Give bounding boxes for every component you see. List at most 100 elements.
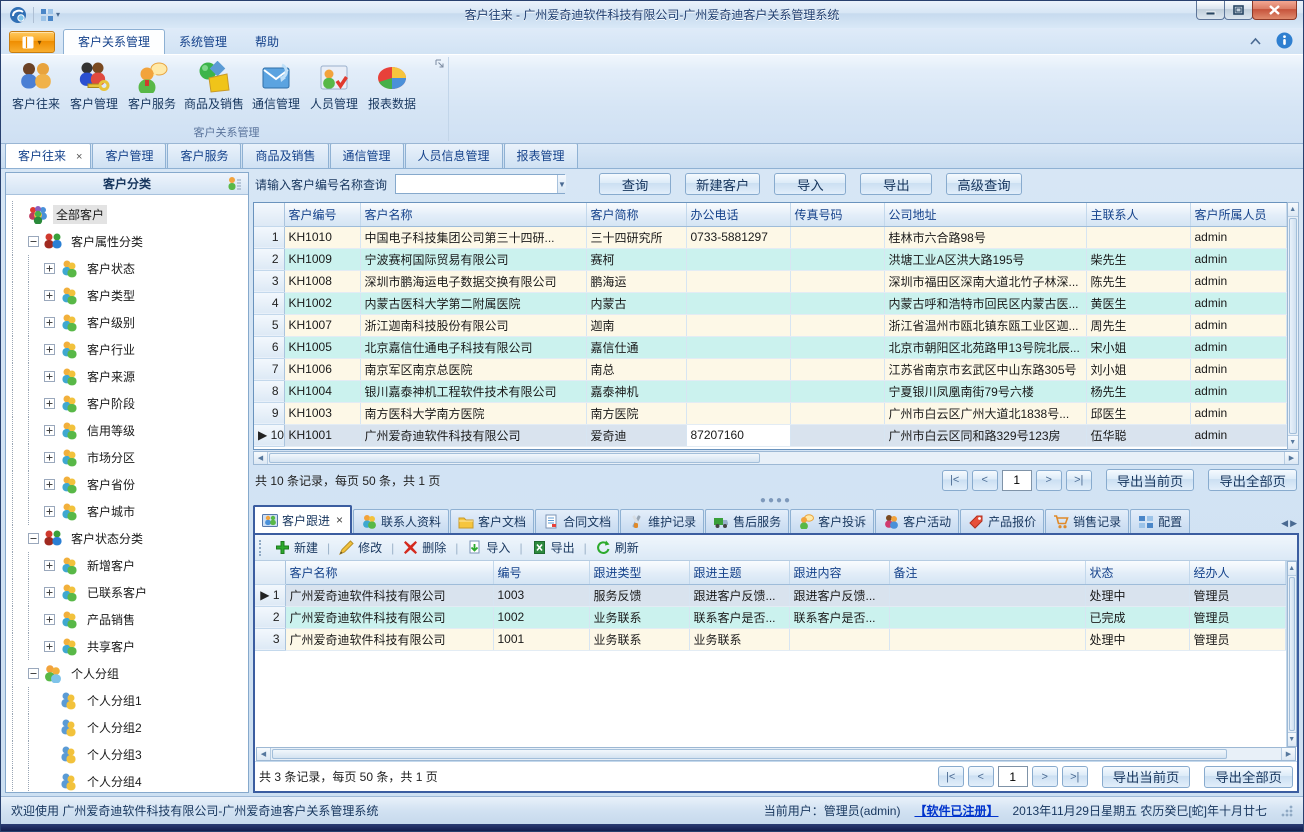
row-header[interactable]: ▶ 1 xyxy=(255,584,285,606)
ribbon-tab-帮助[interactable]: 帮助 xyxy=(241,30,293,54)
cell[interactable]: 中国电子科技集团公司第三十四研... xyxy=(360,226,586,248)
tree-item-个人分组2[interactable]: 个人分组2 xyxy=(12,714,246,741)
cell[interactable] xyxy=(790,358,884,380)
table-row[interactable]: 3广州爱奇迪软件科技有限公司1001业务联系业务联系处理中管理员 xyxy=(255,628,1285,650)
cell[interactable]: 爱奇迪 xyxy=(586,424,686,446)
doc-tab-客户管理[interactable]: 客户管理 xyxy=(92,143,166,168)
cell[interactable] xyxy=(789,628,889,650)
detail-tab-产品报价[interactable]: 产品报价 xyxy=(960,509,1044,533)
table-row[interactable]: 2KH1009宁波赛柯国际贸易有限公司赛柯洪塘工业A区洪大路195号柴先生adm… xyxy=(254,248,1286,270)
cell[interactable]: 深圳市鹏海运电子数据交换有限公司 xyxy=(360,270,586,292)
scroll-up-icon[interactable]: ▲ xyxy=(1288,562,1297,576)
cell[interactable]: KH1002 xyxy=(284,292,360,314)
vscroll-thumb[interactable] xyxy=(1289,577,1296,731)
row-header[interactable]: 2 xyxy=(254,248,284,270)
ribbon-tab-客户关系管理[interactable]: 客户关系管理 xyxy=(63,29,165,54)
category-settings-icon[interactable] xyxy=(226,176,242,192)
tree-item-共享客户[interactable]: 共享客户 xyxy=(12,633,246,660)
column-header-编号[interactable]: 编号 xyxy=(493,561,589,584)
row-header[interactable]: 8 xyxy=(254,380,284,402)
table-row[interactable]: 5KH1007浙江迦南科技股份有限公司迦南浙江省温州市瓯北镇东瓯工业区迦...周… xyxy=(254,314,1286,336)
cell[interactable]: 内蒙古呼和浩特市回民区内蒙古医... xyxy=(884,292,1086,314)
collapse-icon[interactable] xyxy=(28,533,39,544)
cell[interactable]: 周先生 xyxy=(1086,314,1190,336)
cell[interactable]: KH1006 xyxy=(284,358,360,380)
cell[interactable]: 伍华聪 xyxy=(1086,424,1190,446)
tree-item-客户级别[interactable]: 客户级别 xyxy=(12,309,246,336)
prev-page-button[interactable]: < xyxy=(968,766,994,787)
cell[interactable]: KH1004 xyxy=(284,380,360,402)
row-header[interactable]: 3 xyxy=(255,628,285,650)
cell[interactable]: 管理员 xyxy=(1189,606,1285,628)
detail-tab-客户文档[interactable]: 客户文档 xyxy=(450,509,534,533)
column-header-传真号码[interactable]: 传真号码 xyxy=(790,203,884,226)
doc-tab-客户往来[interactable]: 客户往来× xyxy=(5,143,91,168)
cell[interactable]: 处理中 xyxy=(1085,628,1189,650)
cell[interactable]: 嘉泰神机 xyxy=(586,380,686,402)
expand-icon[interactable] xyxy=(44,614,55,625)
cell[interactable]: 业务联系 xyxy=(589,606,689,628)
tree-item-客户类型[interactable]: 客户类型 xyxy=(12,282,246,309)
dialog-launcher-icon[interactable] xyxy=(435,59,445,69)
cell[interactable]: KH1007 xyxy=(284,314,360,336)
last-page-button[interactable]: >| xyxy=(1066,470,1092,491)
export-current-page-button[interactable]: 导出当前页 xyxy=(1106,469,1195,491)
collapse-ribbon-icon[interactable] xyxy=(1249,37,1262,45)
column-header-公司地址[interactable]: 公司地址 xyxy=(884,203,1086,226)
column-header-客户名称[interactable]: 客户名称 xyxy=(285,561,493,584)
cell[interactable]: 杨先生 xyxy=(1086,380,1190,402)
tree-item-客户阶段[interactable]: 客户阶段 xyxy=(12,390,246,417)
scroll-down-icon[interactable]: ▼ xyxy=(1288,435,1299,449)
cell[interactable]: 迦南 xyxy=(586,314,686,336)
cell[interactable]: 北京市朝阳区北苑路甲13号院北辰... xyxy=(884,336,1086,358)
cell[interactable]: admin xyxy=(1190,380,1286,402)
table-row[interactable]: 3KH1008深圳市鹏海运电子数据交换有限公司鹏海运深圳市福田区深南大道北竹子林… xyxy=(254,270,1286,292)
cell[interactable]: admin xyxy=(1190,402,1286,424)
column-header-客户编号[interactable]: 客户编号 xyxy=(284,203,360,226)
expand-icon[interactable] xyxy=(44,560,55,571)
cell[interactable] xyxy=(686,336,790,358)
cell[interactable]: admin xyxy=(1190,248,1286,270)
cell[interactable]: 洪塘工业A区洪大路195号 xyxy=(884,248,1086,270)
application-menu-button[interactable]: ▾ xyxy=(9,31,55,53)
expand-icon[interactable] xyxy=(44,290,55,301)
cell[interactable]: 陈先生 xyxy=(1086,270,1190,292)
column-header-客户名称[interactable]: 客户名称 xyxy=(360,203,586,226)
detail-tab-销售记录[interactable]: 销售记录 xyxy=(1045,509,1129,533)
expand-icon[interactable] xyxy=(44,587,55,598)
page-number-input[interactable] xyxy=(998,766,1028,787)
cell[interactable]: 业务联系 xyxy=(589,628,689,650)
column-header-跟进主题[interactable]: 跟进主题 xyxy=(689,561,789,584)
layout-quick-icon[interactable]: ▾ xyxy=(40,8,60,22)
row-header[interactable]: 7 xyxy=(254,358,284,380)
column-header-备注[interactable]: 备注 xyxy=(889,561,1085,584)
detail-tab-售后服务[interactable]: 售后服务 xyxy=(705,509,789,533)
cell[interactable]: 1003 xyxy=(493,584,589,606)
page-number-input[interactable] xyxy=(1002,470,1032,491)
修改-button[interactable]: 修改 xyxy=(336,537,385,558)
tree-item-客户来源[interactable]: 客户来源 xyxy=(12,363,246,390)
cell[interactable]: 南京军区南京总医院 xyxy=(360,358,586,380)
scroll-right-icon[interactable]: ▶ xyxy=(1284,452,1298,464)
cell[interactable]: 广州爱奇迪软件科技有限公司 xyxy=(285,606,493,628)
cell[interactable] xyxy=(790,314,884,336)
row-header[interactable]: 1 xyxy=(254,226,284,248)
maximize-button[interactable] xyxy=(1224,1,1253,20)
expand-icon[interactable] xyxy=(44,371,55,382)
cell[interactable]: 北京嘉信仕通电子科技有限公司 xyxy=(360,336,586,358)
ribbon-button-报表数据[interactable]: 报表数据 xyxy=(363,59,421,114)
tree-item-个人分组4[interactable]: 个人分组4 xyxy=(12,768,246,792)
cell[interactable] xyxy=(790,226,884,248)
cell[interactable]: 内蒙古医科大学第二附属医院 xyxy=(360,292,586,314)
cell[interactable]: 管理员 xyxy=(1189,628,1285,650)
导入-button[interactable]: 导入 xyxy=(464,537,513,558)
follow-up-table[interactable]: 客户名称编号跟进类型跟进主题跟进内容备注状态经办人▶ 1广州爱奇迪软件科技有限公… xyxy=(255,561,1286,651)
cell[interactable] xyxy=(686,380,790,402)
cell[interactable] xyxy=(790,380,884,402)
doc-tab-人员信息管理[interactable]: 人员信息管理 xyxy=(405,143,503,168)
cell[interactable]: 刘小姐 xyxy=(1086,358,1190,380)
table-row[interactable]: ▶ 1广州爱奇迪软件科技有限公司1003服务反馈跟进客户反馈...跟进客户反馈.… xyxy=(255,584,1285,606)
刷新-button[interactable]: 刷新 xyxy=(593,537,642,558)
detail-tab-维护记录[interactable]: 维护记录 xyxy=(620,509,704,533)
scroll-left-icon[interactable]: ◀ xyxy=(254,452,268,464)
